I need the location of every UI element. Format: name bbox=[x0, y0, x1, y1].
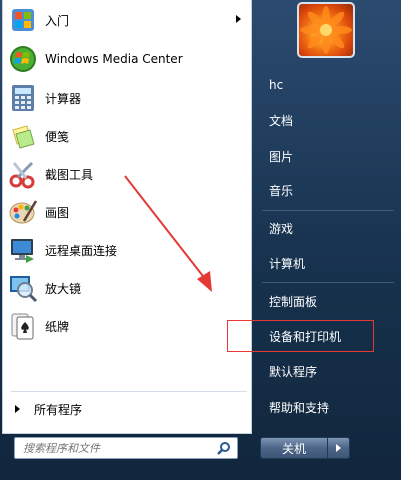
app-item-snipping-tool[interactable]: 截图工具 bbox=[7, 157, 247, 191]
all-programs-button[interactable]: 所有程序 bbox=[9, 399, 247, 419]
snipping-tool-icon bbox=[7, 158, 39, 190]
app-item-remote-desktop[interactable]: 远程桌面连接 bbox=[7, 233, 247, 267]
remote-desktop-icon bbox=[7, 234, 39, 266]
separator bbox=[262, 210, 394, 211]
shutdown-button[interactable]: 关机 bbox=[260, 437, 328, 459]
menu-item-label: hc bbox=[269, 78, 284, 92]
menu-item-label: 图片 bbox=[269, 149, 294, 164]
menu-item-default-programs[interactable]: 默认程序 bbox=[262, 359, 394, 383]
app-item-label: 远程桌面连接 bbox=[45, 243, 118, 258]
search-icon[interactable] bbox=[217, 441, 231, 458]
menu-item-label: 游戏 bbox=[269, 221, 294, 236]
app-item-solitaire[interactable]: 纸牌 bbox=[7, 309, 247, 343]
magnifier-icon bbox=[7, 272, 39, 304]
app-item-calculator[interactable]: 计算器 bbox=[7, 81, 247, 115]
menu-item-user[interactable]: hc bbox=[262, 73, 394, 97]
app-item-label: Windows Media Center bbox=[45, 52, 183, 66]
app-item-paint[interactable]: 画图 bbox=[7, 195, 247, 229]
app-item-label: 计算器 bbox=[45, 91, 82, 106]
triangle-right-icon bbox=[15, 405, 20, 413]
chevron-right-icon bbox=[336, 444, 341, 452]
menu-item-label: 默认程序 bbox=[269, 364, 318, 379]
menu-item-documents[interactable]: 文档 bbox=[262, 108, 394, 132]
shutdown-options-button[interactable] bbox=[328, 437, 350, 459]
flower-picture-icon bbox=[300, 6, 352, 54]
app-item-sticky-notes[interactable]: 便笺 bbox=[7, 119, 247, 153]
paint-icon bbox=[7, 196, 39, 228]
all-programs-label: 所有程序 bbox=[34, 402, 83, 417]
app-item-label: 画图 bbox=[45, 205, 70, 220]
search-box[interactable] bbox=[14, 437, 238, 459]
app-item-magnifier[interactable]: 放大镜 bbox=[7, 271, 247, 305]
menu-item-label: 帮助和支持 bbox=[269, 400, 330, 415]
shutdown-label: 关机 bbox=[281, 441, 306, 456]
sticky-notes-icon bbox=[7, 120, 39, 152]
app-item-windows-media-center[interactable]: Windows Media Center bbox=[7, 42, 247, 76]
app-item-label: 截图工具 bbox=[45, 167, 94, 182]
app-item-getting-started[interactable]: 入门 bbox=[7, 3, 247, 37]
menu-item-pictures[interactable]: 图片 bbox=[262, 144, 394, 168]
programs-panel: 入门 Windows Media Center 计算器 便笺 截图工具 画图 远… bbox=[2, 0, 252, 434]
menu-item-help-and-support[interactable]: 帮助和支持 bbox=[262, 395, 394, 419]
menu-item-label: 控制面板 bbox=[269, 294, 318, 309]
app-item-label: 纸牌 bbox=[45, 319, 70, 334]
menu-item-label: 音乐 bbox=[269, 183, 294, 198]
getting-started-icon bbox=[7, 4, 39, 36]
annotation-highlight-box bbox=[227, 320, 374, 352]
solitaire-icon bbox=[7, 310, 39, 342]
separator bbox=[11, 391, 247, 392]
menu-item-computer[interactable]: 计算机 bbox=[262, 251, 394, 275]
menu-item-music[interactable]: 音乐 bbox=[262, 178, 394, 202]
calculator-icon bbox=[7, 82, 39, 114]
start-menu: 入门 Windows Media Center 计算器 便笺 截图工具 画图 远… bbox=[0, 0, 401, 480]
windows-media-center-icon bbox=[7, 43, 39, 75]
app-item-label: 放大镜 bbox=[45, 281, 82, 296]
separator bbox=[262, 282, 394, 283]
menu-item-label: 计算机 bbox=[269, 256, 306, 271]
menu-item-control-panel[interactable]: 控制面板 bbox=[262, 289, 394, 313]
submenu-arrow-icon bbox=[236, 15, 241, 23]
app-item-label: 入门 bbox=[45, 13, 70, 28]
shutdown-group: 关机 bbox=[260, 437, 350, 459]
menu-item-label: 文档 bbox=[269, 113, 294, 128]
app-item-label: 便笺 bbox=[45, 129, 70, 144]
user-avatar[interactable] bbox=[297, 2, 355, 58]
menu-item-games[interactable]: 游戏 bbox=[262, 216, 394, 240]
search-input[interactable] bbox=[23, 440, 209, 456]
